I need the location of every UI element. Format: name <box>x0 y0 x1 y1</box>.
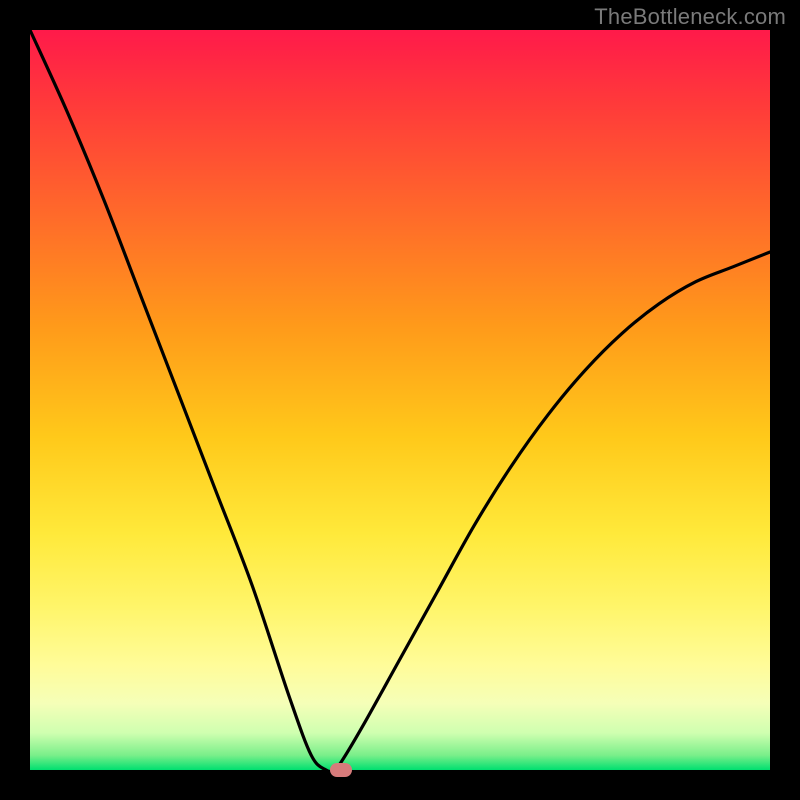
minimum-marker <box>330 763 352 777</box>
chart-frame: TheBottleneck.com <box>0 0 800 800</box>
chart-plot-area <box>30 30 770 770</box>
bottleneck-curve <box>30 30 770 770</box>
watermark-text: TheBottleneck.com <box>594 4 786 30</box>
